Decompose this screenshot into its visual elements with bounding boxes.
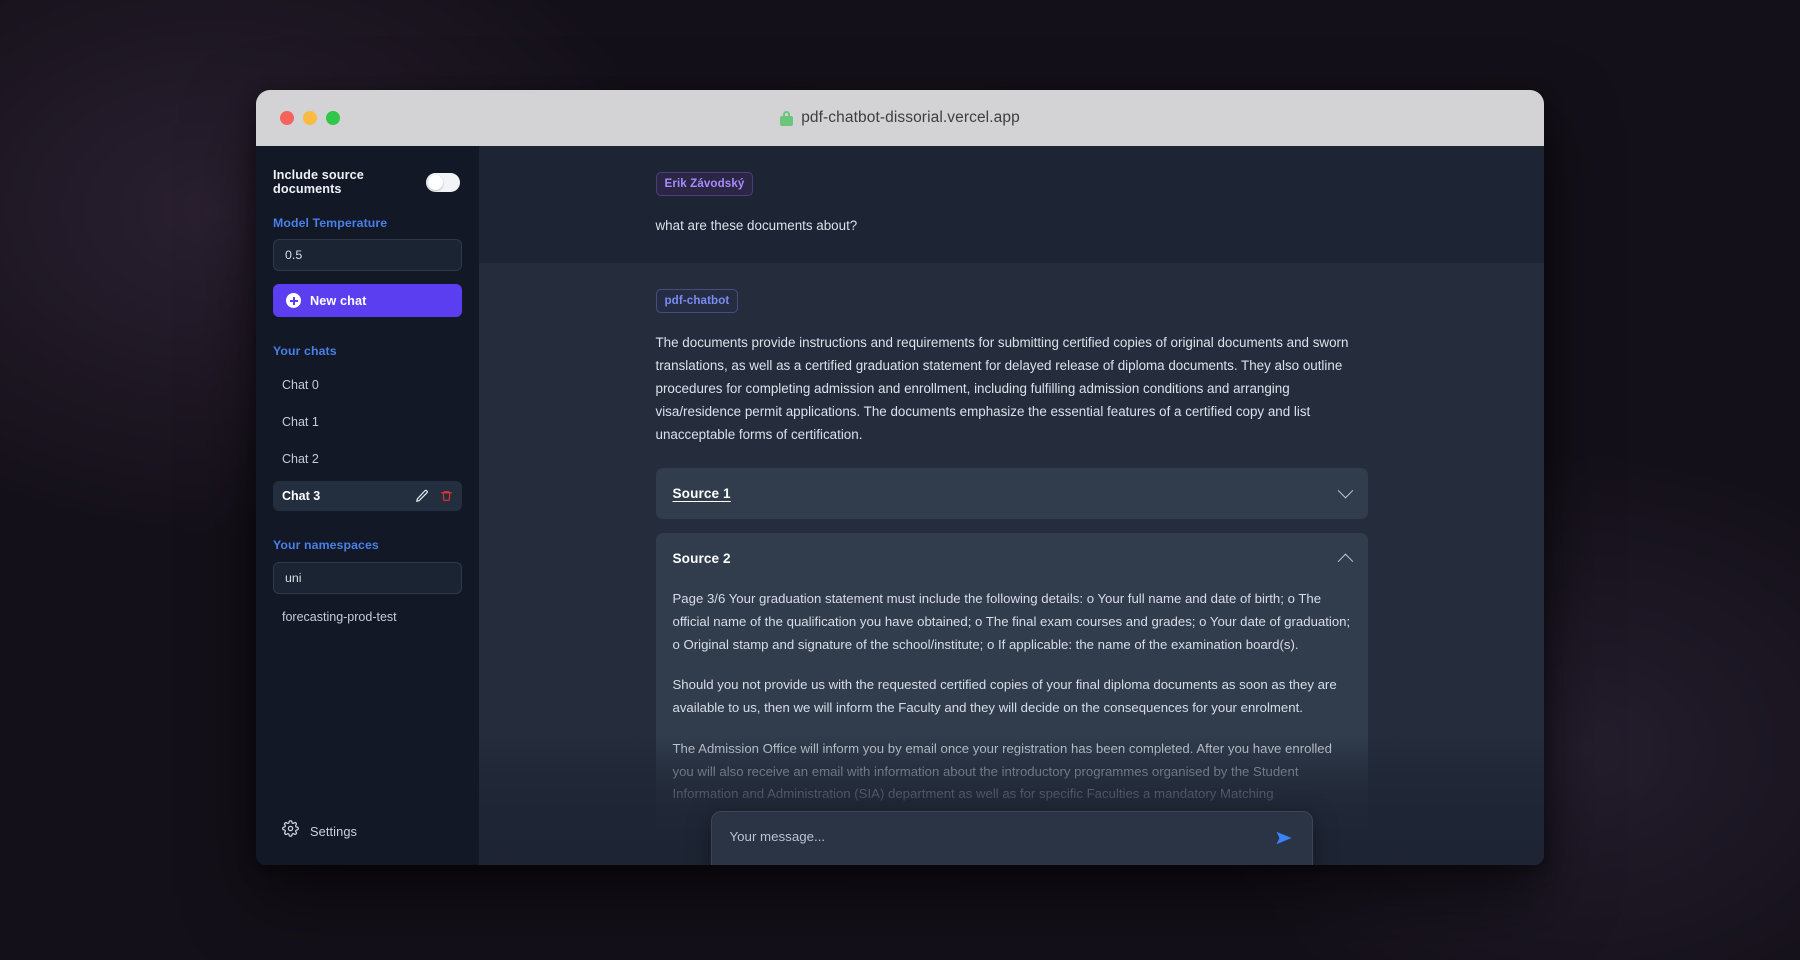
toggle-knob [428, 174, 443, 190]
your-namespaces-heading: Your namespaces [273, 538, 379, 552]
sidebar-item-chat-1[interactable]: Chat 1 [273, 407, 462, 437]
model-temperature-label: Model Temperature [273, 216, 388, 230]
message-composer [710, 811, 1313, 865]
source-2-title: Source 2 [672, 551, 731, 567]
chat-row-actions [415, 489, 453, 503]
chat-label: Chat 3 [282, 489, 321, 503]
sidebar: Include source documents Model Temperatu… [256, 146, 479, 865]
model-temperature-input[interactable] [273, 239, 462, 271]
gear-icon [282, 820, 299, 842]
new-chat-button[interactable]: New chat [273, 284, 462, 317]
source-1-header[interactable]: Source 1 [656, 468, 1368, 519]
source-1-title: Source 1 [672, 486, 731, 502]
chat-label: Chat 0 [282, 378, 319, 392]
send-paper-plane-icon [1274, 828, 1294, 851]
lock-icon [780, 110, 794, 126]
user-badge: Erik Závodský [655, 172, 754, 196]
namespace-label: forecasting-prod-test [282, 610, 397, 624]
include-source-documents-toggle[interactable] [426, 172, 460, 192]
source-2-paragraph: Page 3/6 Your graduation statement must … [672, 591, 1351, 652]
include-source-documents-label: Include source documents [273, 168, 364, 196]
sidebar-item-chat-2[interactable]: Chat 2 [273, 444, 462, 474]
message-row-assistant: pdf-chatbot The documents provide instru… [479, 263, 1544, 865]
sources-list: Source 1 Source 2 Page 3/6 Your graduati… [655, 468, 1368, 828]
chevron-up-icon[interactable] [1337, 553, 1353, 570]
settings-button[interactable]: Settings [273, 811, 462, 851]
chat-label: Chat 2 [282, 452, 319, 466]
source-accordion-2: Source 2 Page 3/6 Your graduation statem… [655, 533, 1368, 828]
chevron-down-icon[interactable] [1337, 483, 1353, 499]
assistant-message-text: The documents provide instructions and r… [655, 335, 1349, 443]
source-2-paragraph: Should you not provide us with the reque… [672, 677, 1337, 716]
message-row-user: Erik Závodský what are these documents a… [479, 146, 1544, 264]
source-2-body: Page 3/6 Your graduation statement must … [656, 584, 1368, 828]
sidebar-item-chat-3[interactable]: Chat 3 [273, 481, 462, 511]
assistant-badge: pdf-chatbot [655, 289, 739, 314]
namespace-input[interactable] [273, 562, 462, 594]
page-url: pdf-chatbot-dissorial.vercel.app [801, 109, 1020, 126]
settings-label: Settings [310, 823, 358, 839]
source-accordion-1: Source 1 [655, 468, 1368, 520]
source-2-paragraph: The Admission Office will inform you by … [672, 740, 1332, 802]
sidebar-item-namespace-forecasting-prod-test[interactable]: forecasting-prod-test [273, 603, 462, 631]
pencil-icon[interactable] [415, 489, 429, 503]
chat-label: Chat 1 [282, 415, 319, 429]
app-root: Include source documents Model Temperatu… [256, 146, 1544, 865]
message-input[interactable] [729, 828, 1264, 865]
new-chat-label: New chat [310, 293, 367, 308]
address-bar[interactable]: pdf-chatbot-dissorial.vercel.app [256, 109, 1544, 127]
browser-window: pdf-chatbot-dissorial.vercel.app Include… [256, 90, 1544, 865]
trash-icon[interactable] [440, 489, 453, 503]
browser-titlebar: pdf-chatbot-dissorial.vercel.app [256, 90, 1544, 146]
send-button[interactable] [1274, 828, 1294, 851]
user-message-text: what are these documents about? [655, 218, 858, 233]
chat-panel: Erik Závodský what are these documents a… [479, 146, 1544, 865]
plus-circle-icon [286, 293, 301, 308]
include-source-documents-row: Include source documents [273, 168, 462, 196]
chat-scroll-area[interactable]: Erik Závodský what are these documents a… [479, 146, 1544, 865]
your-chats-heading: Your chats [273, 344, 337, 358]
sidebar-item-chat-0[interactable]: Chat 0 [273, 370, 462, 400]
source-2-header[interactable]: Source 2 [656, 533, 1368, 584]
